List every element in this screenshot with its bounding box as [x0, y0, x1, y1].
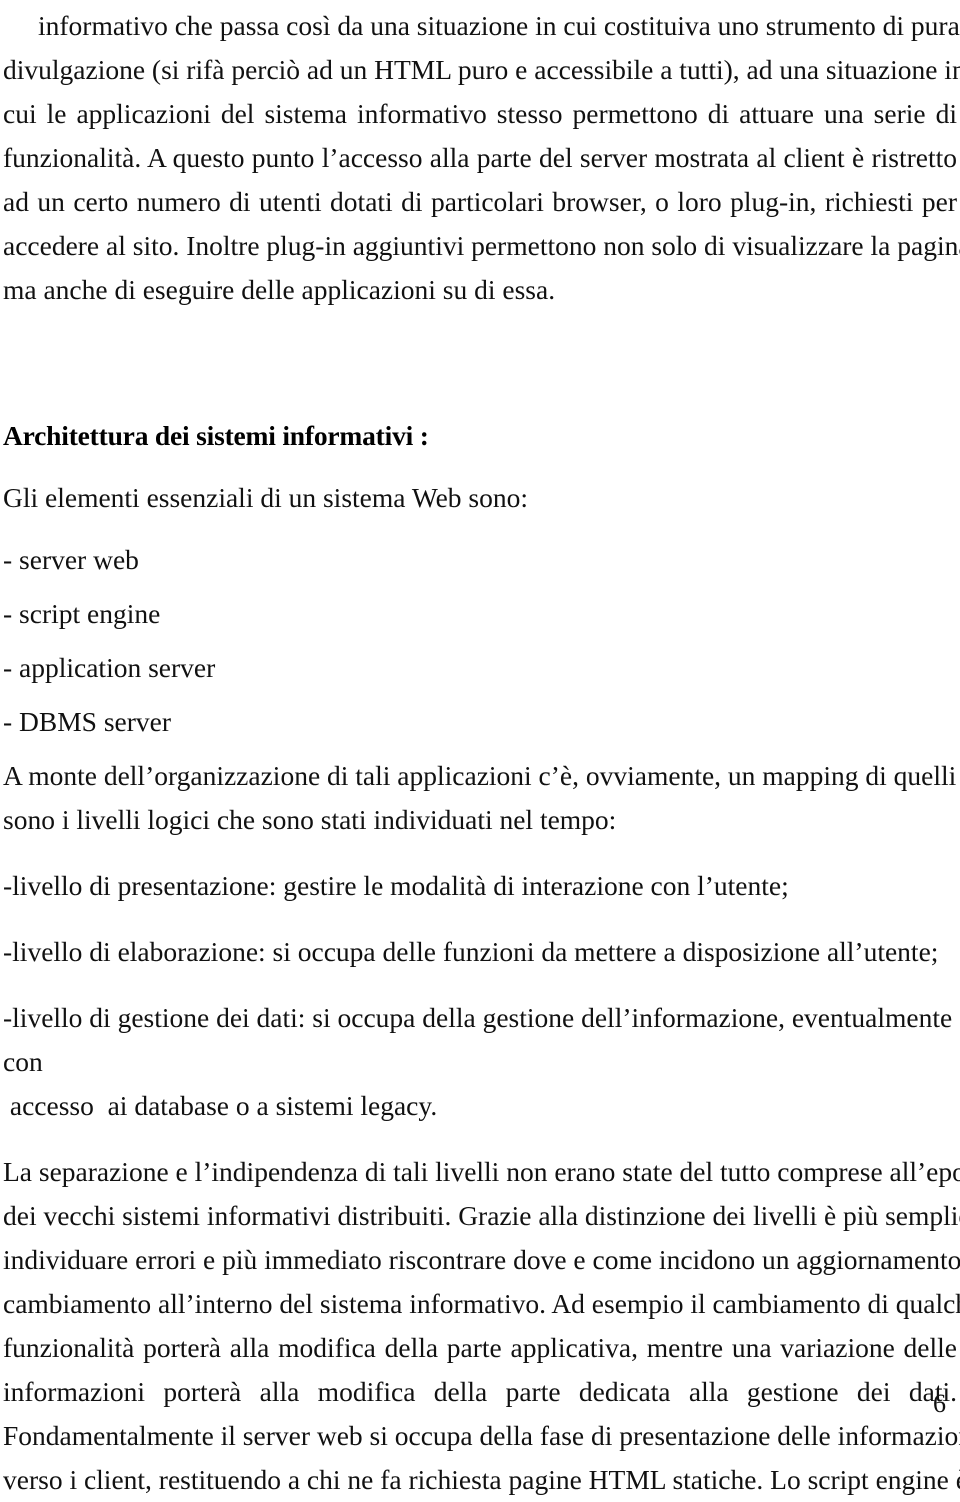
text-line: cambiamento all’interno del sistema info…	[3, 1288, 960, 1319]
text-line: funzionalità porterà alla modifica della…	[3, 1332, 957, 1363]
paragraph-continuation: informativo che passa così da una situaz…	[3, 0, 960, 312]
text-line: informazioni porterà alla modifica della…	[3, 1376, 957, 1407]
list-gap	[3, 690, 957, 700]
text-line: sono i livelli logici che sono stati ind…	[3, 804, 617, 835]
intro-line: Gli elementi essenziali di un sistema We…	[3, 482, 529, 513]
text-line: funzionalità. A questo punto l’accesso a…	[3, 142, 957, 173]
levels-spacer	[3, 842, 957, 864]
text-line: divulgazione (si rifà perciò ad un HTML …	[3, 54, 960, 85]
paragraph-mapping: A monte dell’organizzazione di tali appl…	[3, 754, 960, 842]
list-item: - application server	[3, 652, 216, 683]
section-heading: Architettura dei sistemi informativi :	[3, 420, 429, 451]
level-item-elaboration: -livello di elaborazione: si occupa dell…	[3, 936, 939, 967]
level-item-presentation: -livello di presentazione: gestire le mo…	[3, 870, 789, 901]
list-item: - DBMS server	[3, 706, 172, 737]
level-item-data-management-cont: accesso ai database o a sistemi legacy.	[3, 1090, 438, 1121]
text-line: cui le applicazioni del sistema informat…	[3, 98, 957, 129]
text-line: La separazione e l’indipendenza di tali …	[3, 1156, 960, 1187]
text-line: informativo che passa così da una situaz…	[38, 10, 960, 41]
text-line: accedere al sito. Inoltre plug-in aggiun…	[3, 230, 960, 261]
text-line: A monte dell’organizzazione di tali appl…	[3, 760, 960, 791]
text-line: individuare errori e più immediato risco…	[3, 1244, 960, 1275]
list-gap	[3, 582, 957, 592]
text-line: dei vecchi sistemi informativi distribui…	[3, 1200, 960, 1231]
page-number: 6	[933, 1389, 946, 1418]
paragraph-separation: La separazione e l’indipendenza di tali …	[3, 1150, 960, 1502]
level-item-data-management: -livello di gestione dei dati: si occupa…	[3, 1002, 953, 1077]
heading-spacer	[3, 458, 957, 476]
list-item: - server web	[3, 544, 139, 575]
section-spacer-extra	[3, 378, 957, 414]
level-gap	[3, 974, 957, 996]
text-line: ad un certo numero di utenti dotati di p…	[3, 186, 957, 217]
text-line: Fondamentalmente il server web si occupa…	[3, 1420, 960, 1451]
text-line: verso i client, restituendo a chi ne fa …	[3, 1464, 960, 1495]
list-gap	[3, 636, 957, 646]
list-item: - script engine	[3, 598, 161, 629]
page-content: informativo che passa così da una situaz…	[3, 0, 960, 1502]
document-page: informativo che passa così da una situaz…	[0, 0, 960, 1495]
level-gap	[3, 908, 957, 930]
text-line: ma anche di eseguire delle applicazioni …	[3, 274, 556, 305]
